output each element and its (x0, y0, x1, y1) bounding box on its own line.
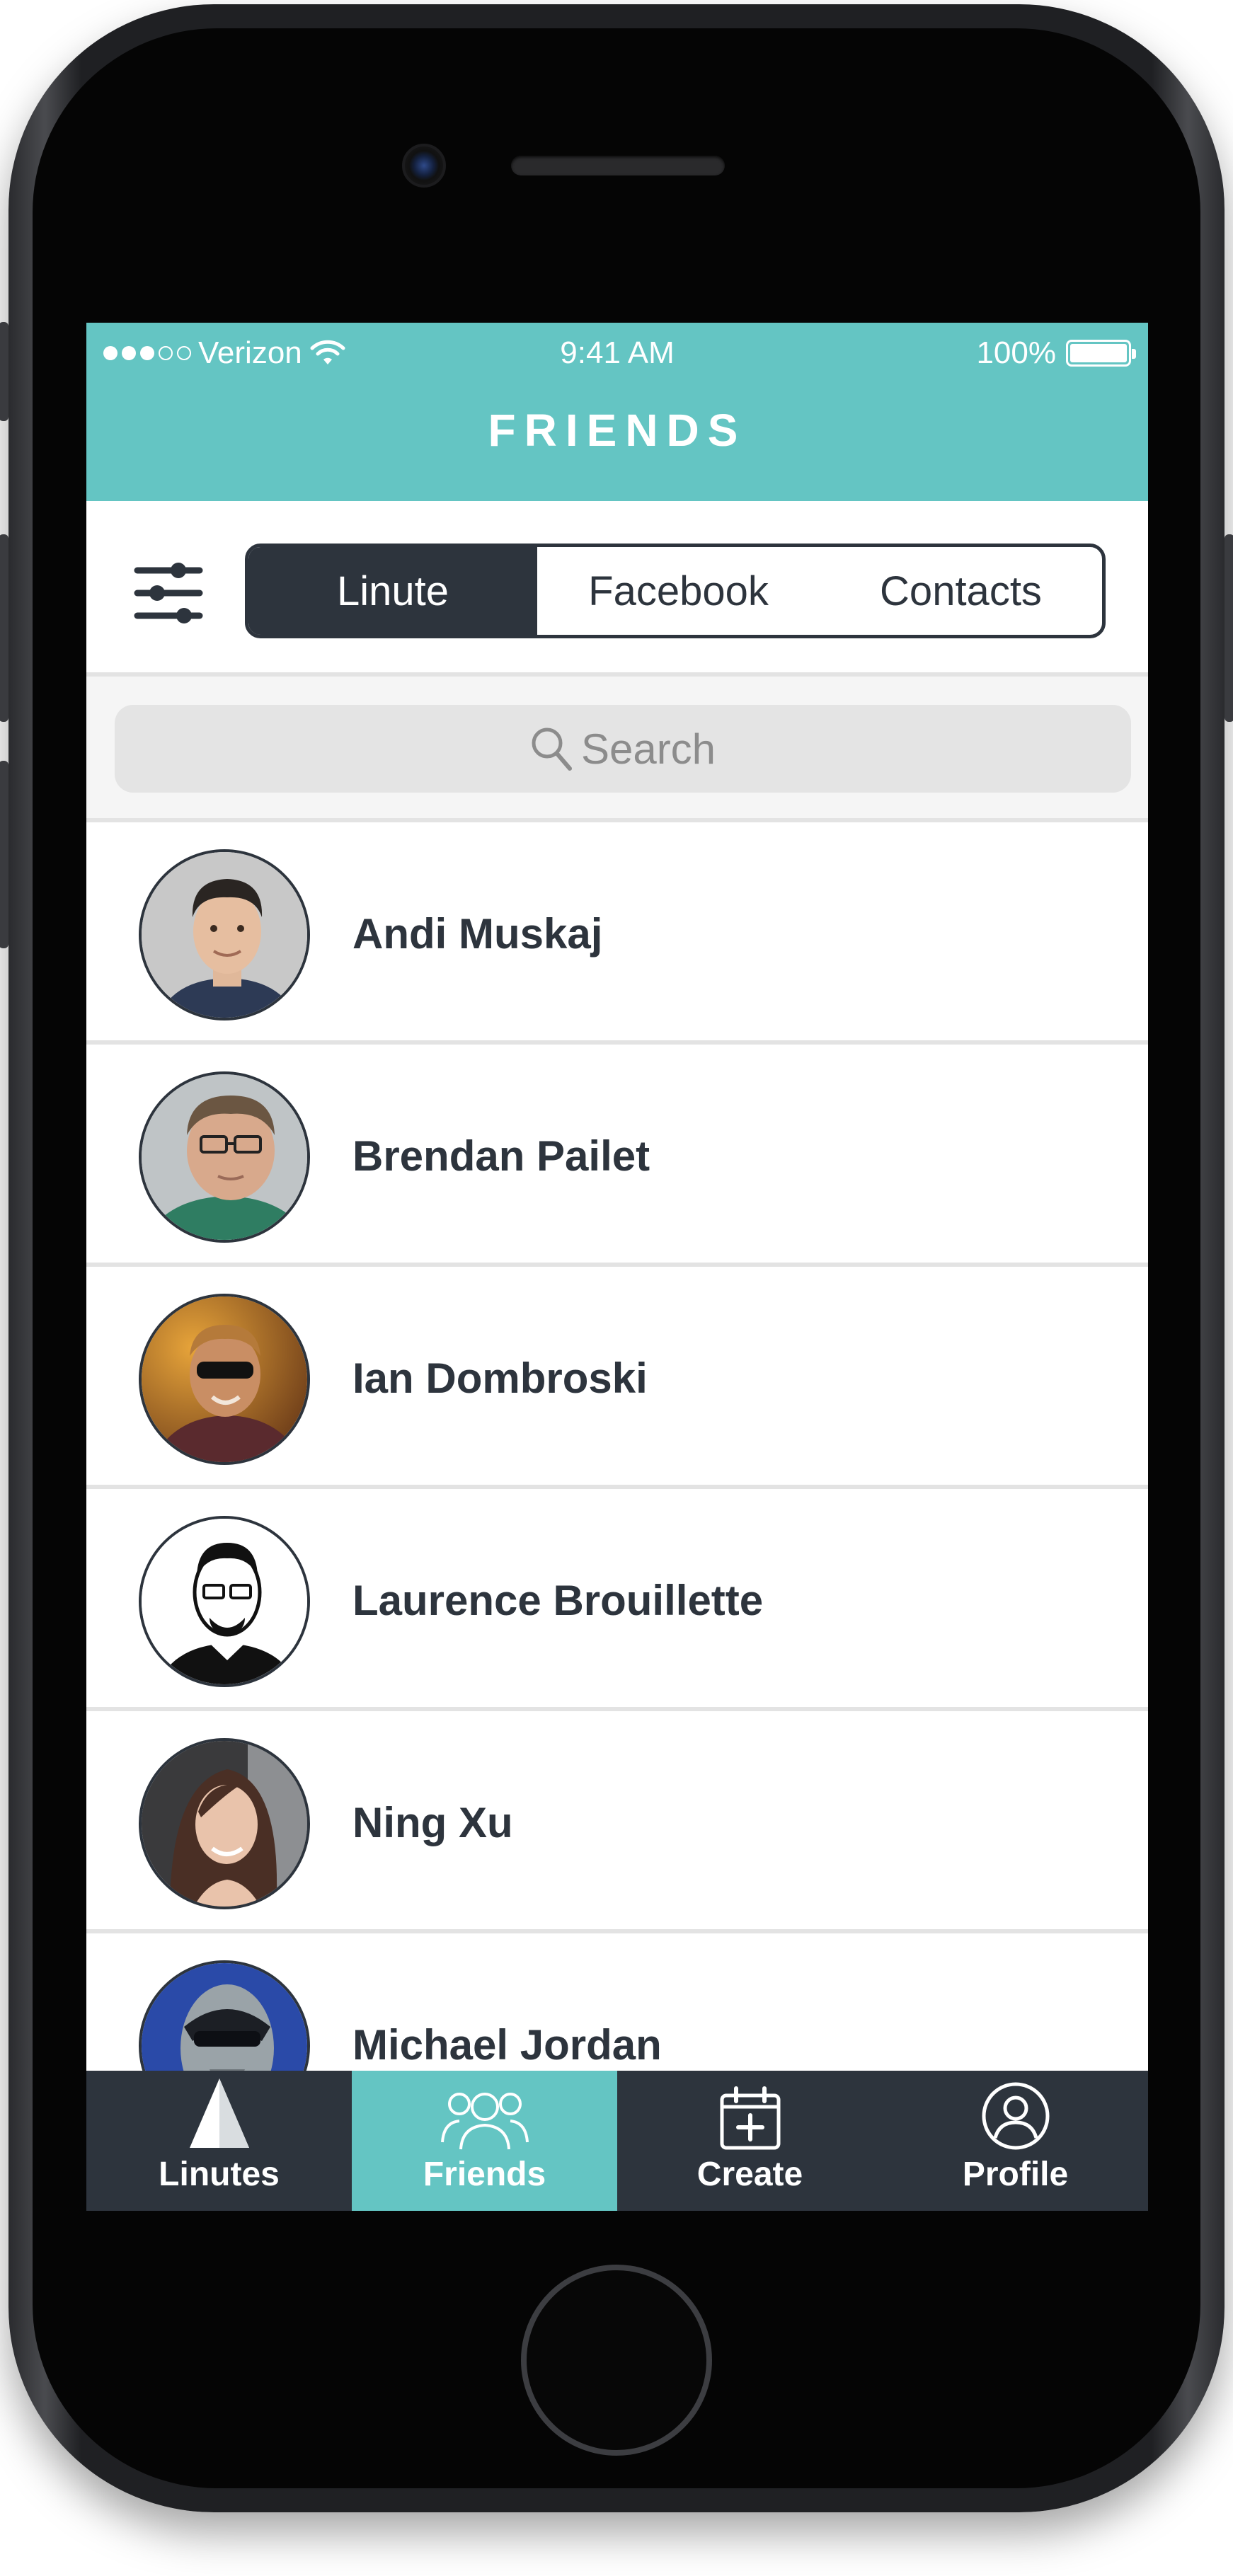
power-button (1225, 534, 1233, 722)
tab-label: Profile (962, 2156, 1069, 2193)
avatar (139, 1516, 310, 1687)
tab-create[interactable]: Create (617, 2071, 883, 2211)
earpiece-speaker (511, 156, 725, 176)
avatar (139, 849, 310, 1020)
linutes-pyramid-icon (189, 2078, 249, 2148)
page-title: FRIENDS (488, 405, 747, 456)
avatar (139, 1294, 310, 1465)
app-header: Verizon 9:41 AM 100% FRIENDS (86, 323, 1148, 501)
battery-icon (1066, 340, 1136, 367)
volume-up-button (0, 534, 8, 722)
list-item[interactable]: Andi Muskaj (86, 822, 1148, 1045)
friends-source-bar: Linute Facebook Contacts (86, 501, 1148, 677)
segment-linute[interactable]: Linute (248, 547, 537, 635)
volume-down-button (0, 761, 8, 948)
friend-name: Brendan Pailet (352, 1132, 650, 1180)
search-area: Search (86, 677, 1148, 822)
search-icon (532, 728, 572, 771)
list-item[interactable]: Ning Xu (86, 1711, 1148, 1933)
friend-name: Ian Dombroski (352, 1354, 648, 1402)
battery-percent: 100% (976, 335, 1056, 370)
list-item[interactable]: Ian Dombroski (86, 1267, 1148, 1489)
list-item[interactable]: Laurence Brouillette (86, 1489, 1148, 1711)
friend-name: Andi Muskaj (352, 909, 603, 958)
search-placeholder: Search (580, 725, 716, 773)
app-screen: Verizon 9:41 AM 100% FRIENDS Linute Face… (86, 323, 1148, 2211)
friends-icon (440, 2093, 529, 2150)
segment-contacts[interactable]: Contacts (820, 547, 1102, 635)
status-bar: Verizon 9:41 AM 100% (86, 323, 1148, 382)
bottom-tab-bar: Linutes Friends Create Profile (86, 2071, 1148, 2211)
search-input[interactable]: Search (115, 705, 1131, 793)
source-segmented-control: Linute Facebook Contacts (245, 544, 1106, 638)
tab-label: Friends (423, 2156, 546, 2193)
mute-switch (0, 322, 8, 421)
profile-icon (982, 2082, 1049, 2150)
tab-label: Create (696, 2156, 803, 2193)
tab-label: Linutes (159, 2156, 280, 2193)
list-item[interactable]: Brendan Pailet (86, 1045, 1148, 1267)
filter-sliders-icon[interactable] (133, 558, 204, 628)
front-camera (402, 144, 446, 188)
avatar (139, 1738, 310, 1909)
home-button[interactable] (521, 2265, 712, 2456)
tab-profile[interactable]: Profile (883, 2071, 1148, 2211)
friend-list: Andi Muskaj Brendan Pailet Ian Dombroski… (86, 822, 1148, 2156)
friend-name: Ning Xu (352, 1798, 513, 1846)
status-battery-group: 100% (976, 335, 1136, 371)
tab-linutes[interactable]: Linutes (86, 2071, 352, 2211)
friend-name: Laurence Brouillette (352, 1576, 764, 1624)
tab-friends[interactable]: Friends (352, 2071, 617, 2211)
avatar (139, 1071, 310, 1243)
segment-facebook[interactable]: Facebook (537, 547, 820, 635)
calendar-add-icon (720, 2086, 780, 2150)
